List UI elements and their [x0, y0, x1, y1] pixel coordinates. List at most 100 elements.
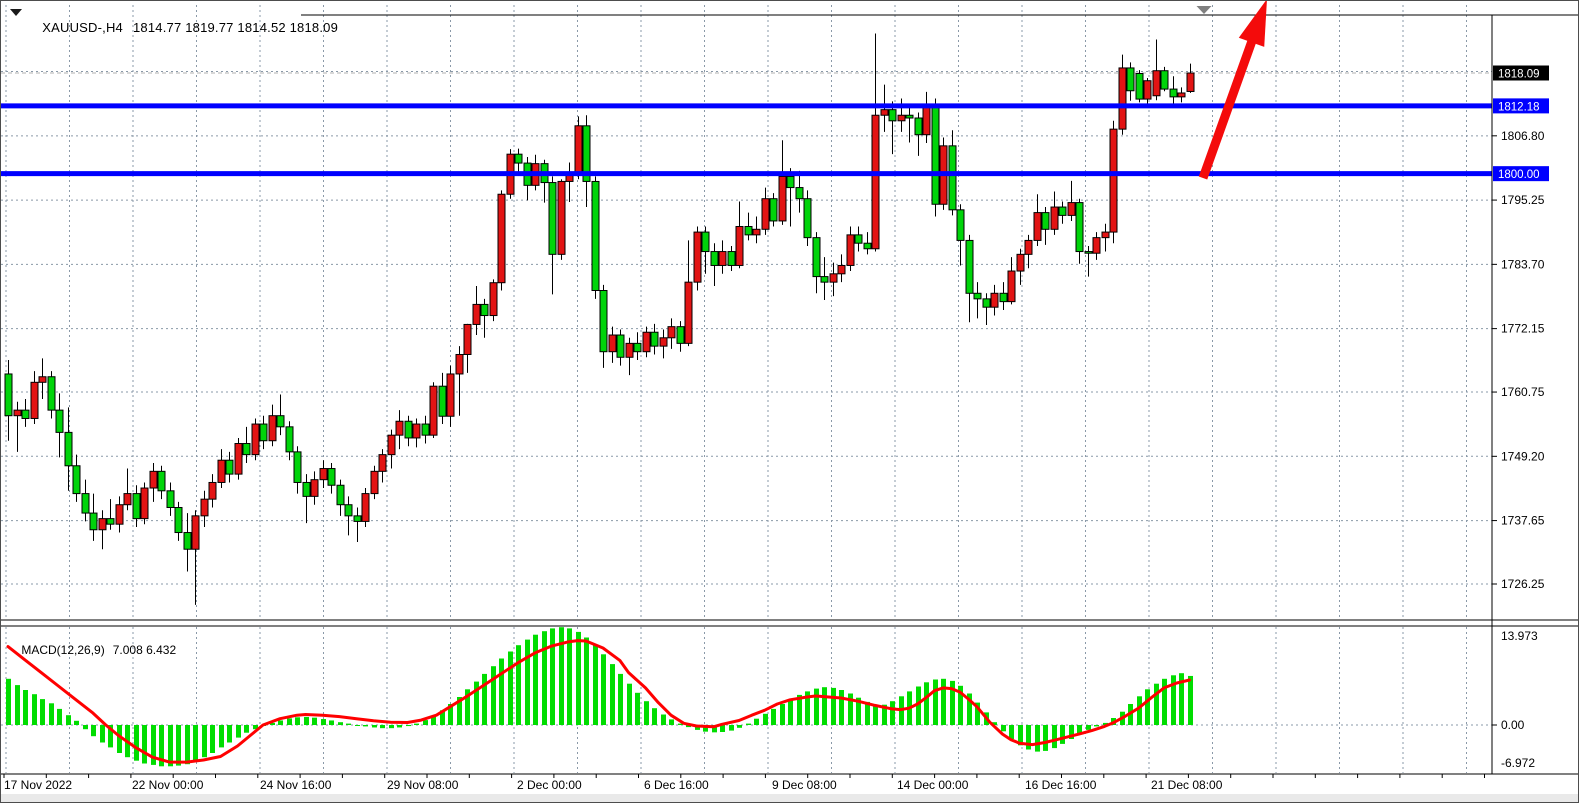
- macd-histogram-bar: [491, 666, 496, 725]
- candle-body: [1093, 238, 1100, 254]
- macd-histogram-bar: [134, 725, 139, 761]
- candle-body: [549, 183, 556, 255]
- candle-body: [1110, 129, 1117, 232]
- candle-body: [804, 199, 811, 238]
- candle-body: [328, 469, 335, 486]
- candle-body: [175, 508, 182, 533]
- time-axis-label: 22 Nov 00:00: [132, 778, 204, 792]
- macd-histogram-bar: [873, 705, 878, 725]
- macd-histogram-bar: [23, 690, 28, 725]
- macd-histogram-bar: [508, 652, 513, 726]
- candle-body: [779, 176, 786, 221]
- candle-body: [745, 227, 752, 235]
- macd-histogram-bar: [329, 720, 334, 725]
- candle-body: [209, 482, 216, 499]
- candle-body: [515, 154, 522, 163]
- candle-body: [1076, 203, 1083, 252]
- chart-canvas[interactable]: 1806.801795.251783.701772.151760.751749.…: [1, 1, 1579, 803]
- candle-body: [277, 416, 284, 427]
- candle-body: [379, 455, 386, 472]
- candle-body: [1127, 68, 1134, 91]
- candle-body: [490, 283, 497, 316]
- level-price-tag-text: 1800.00: [1498, 169, 1540, 181]
- candle-body: [422, 424, 429, 435]
- time-axis-label: 24 Nov 16:00: [260, 778, 332, 792]
- macd-histogram-bar: [516, 645, 521, 725]
- macd-histogram-bar: [533, 635, 538, 725]
- macd-axis-label: -6.972: [1501, 756, 1535, 770]
- candle-body: [243, 444, 250, 455]
- macd-histogram-bar: [1094, 725, 1099, 726]
- macd-histogram-bar: [652, 708, 657, 725]
- chart-window[interactable]: 1806.801795.251783.701772.151760.751749.…: [0, 0, 1579, 803]
- candle-body: [252, 424, 259, 455]
- candle-body: [830, 274, 837, 282]
- candle-body: [1144, 81, 1151, 99]
- time-axis-label: 29 Nov 08:00: [387, 778, 459, 792]
- candle-body: [694, 232, 701, 282]
- candle-body: [388, 435, 395, 454]
- candle-body: [439, 386, 446, 416]
- time-axis-label: 17 Nov 2022: [4, 778, 72, 792]
- price-axis-label: 1783.70: [1501, 257, 1545, 271]
- candle-body: [1170, 89, 1177, 97]
- macd-histogram-bar: [321, 719, 326, 725]
- candle-body: [1136, 74, 1143, 100]
- macd-histogram-bar: [1060, 725, 1065, 744]
- macd-histogram-bar: [771, 709, 776, 725]
- candle-body: [1085, 252, 1092, 254]
- macd-histogram-bar: [1052, 725, 1057, 748]
- candle-body: [1059, 207, 1066, 215]
- macd-histogram-bar: [593, 645, 598, 725]
- candle-body: [1119, 68, 1126, 129]
- macd-histogram-bar: [1043, 725, 1048, 751]
- macd-histogram-bar: [482, 674, 487, 725]
- candle-body: [592, 181, 599, 290]
- candle-body: [82, 494, 89, 513]
- macd-histogram-bar: [363, 725, 368, 726]
- candle-body: [855, 235, 862, 243]
- candle-body: [575, 126, 582, 173]
- candle-body: [362, 494, 369, 522]
- candle-body: [218, 460, 225, 482]
- candle-body: [1161, 71, 1168, 89]
- price-axis-label: 1772.15: [1501, 322, 1545, 336]
- candle-body: [337, 485, 344, 504]
- candle-body: [966, 240, 973, 293]
- macd-histogram-bar: [74, 721, 79, 725]
- level-price-tag-text: 1812.18: [1498, 101, 1540, 113]
- candle-body: [1008, 271, 1015, 302]
- candle-body: [464, 324, 471, 354]
- macd-histogram-bar: [83, 725, 88, 729]
- candle-body: [1178, 93, 1185, 97]
- bottom-strip: [1, 794, 1579, 803]
- time-axis-label: 6 Dec 16:00: [644, 778, 709, 792]
- candle-body: [923, 104, 930, 135]
- candle-body: [345, 505, 352, 516]
- macd-histogram-bar: [525, 640, 530, 725]
- candle-body: [660, 338, 667, 346]
- candle-body: [39, 377, 46, 383]
- candle-body: [447, 374, 454, 416]
- candle-body: [99, 519, 106, 530]
- macd-histogram-bar: [193, 725, 198, 761]
- candle-body: [294, 452, 301, 483]
- candle-body: [762, 199, 769, 230]
- macd-histogram-bar: [397, 725, 402, 727]
- symbol-dropdown-icon[interactable]: [10, 9, 22, 16]
- macd-histogram-bar: [40, 699, 45, 725]
- candle-body: [932, 104, 939, 204]
- macd-histogram-bar: [15, 685, 20, 725]
- macd-name: MACD(12,26,9): [21, 643, 104, 657]
- candle-body: [753, 229, 760, 235]
- macd-histogram-bar: [202, 725, 207, 757]
- candle-body: [1042, 213, 1049, 230]
- candle-body: [260, 424, 267, 441]
- candle-body: [320, 469, 327, 480]
- macd-histogram-bar: [890, 701, 895, 725]
- candle-body: [787, 176, 794, 187]
- macd-histogram-bar: [210, 725, 215, 753]
- candle-body: [481, 304, 488, 315]
- macd-histogram-bar: [91, 725, 96, 736]
- macd-histogram-bar: [236, 725, 241, 738]
